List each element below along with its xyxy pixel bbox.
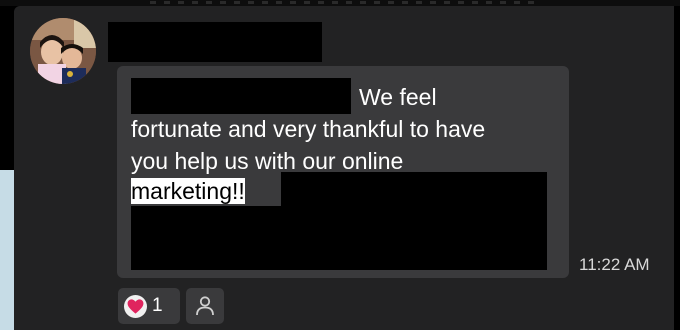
highlighted-text: marketing!!: [131, 178, 245, 204]
message-line-1: We feel: [359, 84, 437, 110]
message-line-4: marketing!!: [131, 176, 245, 206]
heart-icon: [124, 295, 147, 318]
avatar[interactable]: [30, 18, 96, 84]
redacted-text-block: [131, 206, 291, 270]
redacted-text-block: [131, 78, 351, 114]
chat-window: We feel fortunate and very thankful to h…: [0, 0, 680, 330]
message-line-2: fortunate and very thankful to have: [131, 116, 486, 142]
conversation-pane: We feel fortunate and very thankful to h…: [14, 6, 674, 330]
redacted-text-block: [281, 172, 547, 270]
sender-name-redacted: [108, 22, 322, 62]
heart-reaction-button[interactable]: 1: [118, 288, 180, 324]
add-reaction-button[interactable]: [186, 288, 224, 324]
message-bubble[interactable]: We feel fortunate and very thankful to h…: [117, 66, 569, 278]
reaction-count: 1: [152, 295, 163, 316]
side-panel: [0, 170, 14, 330]
top-strip-redaction: [150, 1, 540, 4]
message-timestamp: 11:22 AM: [579, 255, 650, 274]
person-icon: [196, 296, 214, 316]
